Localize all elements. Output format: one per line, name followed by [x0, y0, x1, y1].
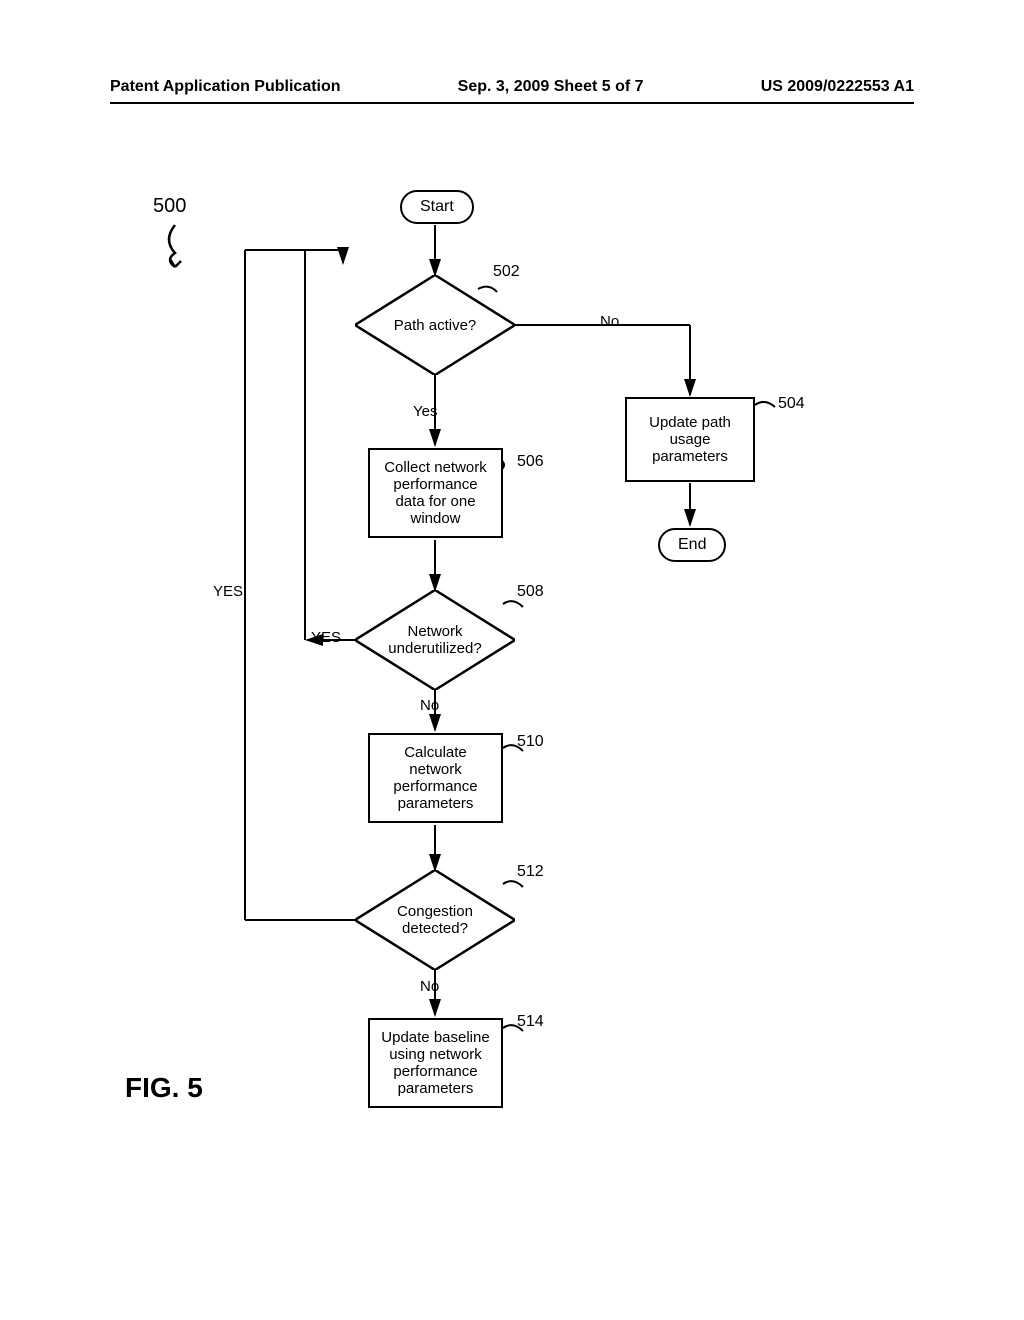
decision-path-active: Path active? — [355, 275, 515, 375]
edge-loop-yes: YES — [213, 583, 243, 600]
edge-502-no: No — [600, 313, 619, 330]
ref-510: 510 — [517, 733, 544, 751]
edge-508-no: No — [420, 697, 439, 714]
end-label: End — [678, 536, 706, 553]
process-calculate: Calculate network performance parameters — [368, 733, 503, 823]
decision-congestion: Congestion detected? — [355, 870, 515, 970]
update-baseline-text: Update baseline using network performanc… — [378, 1029, 493, 1097]
collect-text: Collect network performance data for one… — [378, 459, 493, 527]
process-update-baseline: Update baseline using network performanc… — [368, 1018, 503, 1108]
ref-504: 504 — [778, 395, 805, 413]
page-header: Patent Application Publication Sep. 3, 2… — [110, 78, 914, 96]
header-divider — [110, 102, 914, 104]
decision-underutilized: Network underutilized? — [355, 590, 515, 690]
flowchart-connectors — [115, 185, 915, 1185]
path-active-text: Path active? — [384, 317, 487, 334]
process-collect: Collect network performance data for one… — [368, 448, 503, 538]
congestion-text: Congestion detected? — [355, 903, 515, 937]
process-update-path: Update path usage parameters — [625, 397, 755, 482]
ref-512: 512 — [517, 863, 544, 881]
calculate-text: Calculate network performance parameters — [378, 744, 493, 812]
ref-500: 500 — [153, 195, 186, 218]
header-left: Patent Application Publication — [110, 78, 341, 96]
ref-502: 502 — [493, 263, 520, 281]
header-center: Sep. 3, 2009 Sheet 5 of 7 — [458, 78, 644, 96]
edge-512-no: No — [420, 978, 439, 995]
edge-502-yes: Yes — [413, 403, 437, 420]
start-label: Start — [420, 198, 454, 215]
terminal-start: Start — [400, 190, 474, 224]
ref-506: 506 — [517, 453, 544, 471]
update-path-text: Update path usage parameters — [635, 414, 745, 465]
figure-label: FIG. 5 — [125, 1072, 203, 1104]
header-right: US 2009/0222553 A1 — [761, 78, 914, 96]
ref-514: 514 — [517, 1013, 544, 1031]
ref-508: 508 — [517, 583, 544, 601]
underutilized-text: Network underutilized? — [355, 623, 515, 657]
edge-508-yes: YES — [311, 629, 341, 646]
terminal-end: End — [658, 528, 726, 562]
flowchart-diagram: 500 Start Path active? 502 No Yes Update… — [115, 185, 915, 1185]
